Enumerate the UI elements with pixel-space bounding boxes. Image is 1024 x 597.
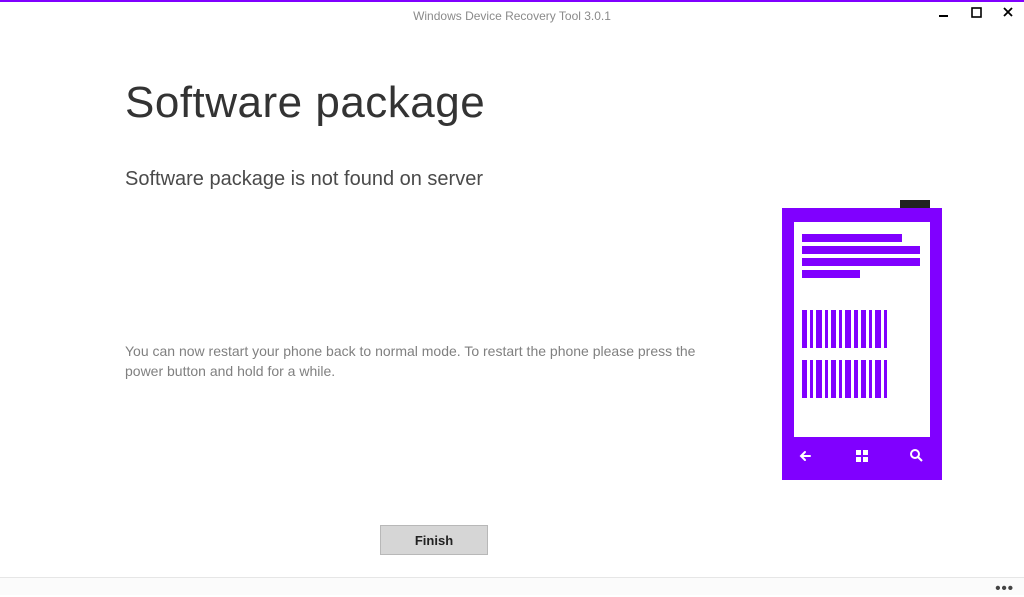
page-title: Software package [125, 78, 1024, 128]
page-subtitle: Software package is not found on server [125, 168, 1024, 191]
window-title: Windows Device Recovery Tool 3.0.1 [413, 9, 611, 23]
titlebar: Windows Device Recovery Tool 3.0.1 [0, 2, 1024, 30]
more-options-button[interactable]: ••• [995, 580, 1014, 597]
finish-button[interactable]: Finish [380, 525, 488, 555]
phone-illustration [782, 200, 942, 485]
page-description: You can now restart your phone back to n… [125, 341, 715, 382]
bottom-bar: ••• [0, 577, 1024, 595]
maximize-button[interactable] [968, 4, 984, 20]
close-button[interactable] [1000, 4, 1016, 20]
minimize-button[interactable] [936, 4, 952, 20]
window-controls [936, 4, 1016, 20]
